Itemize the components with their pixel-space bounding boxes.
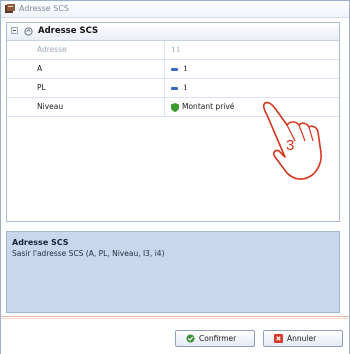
divider [1, 318, 349, 319]
property-value: 1 [183, 64, 188, 73]
description-text: Sasir l'adresse SCS (A, PL, Niveau, I3, … [12, 249, 165, 258]
property-value: 1 [183, 83, 188, 92]
property-value-cell[interactable]: 1 [171, 60, 188, 78]
category-header[interactable]: Adresse SCS [7, 23, 339, 41]
confirm-label: Confirmer [199, 334, 237, 343]
close-icon [274, 334, 283, 343]
description-panel: Adresse SCS Sasir l'adresse SCS (A, PL, … [6, 231, 340, 313]
window-title: Adresse SCS [19, 4, 69, 13]
category-icon [24, 27, 33, 36]
property-value: 11 [171, 45, 181, 54]
check-icon [186, 334, 195, 343]
property-row-pl[interactable]: PL 1 [7, 79, 339, 98]
property-row-a[interactable]: A 1 [7, 60, 339, 79]
step-number: 3 [286, 137, 295, 154]
title-bar[interactable]: Adresse SCS [1, 1, 349, 18]
property-name: PL [7, 79, 165, 97]
category-label: Adresse SCS [38, 26, 99, 36]
property-value-cell[interactable]: 1 [171, 79, 188, 97]
pointing-hand-icon [262, 101, 322, 180]
dialog-window: Adresse SCS Adresse SCS Adresse 11 A 1 P… [0, 0, 350, 354]
property-name: Adresse [7, 41, 165, 59]
description-title: Adresse SCS [12, 238, 69, 247]
dialog-body: Adresse SCS Adresse 11 A 1 PL 1 Niveau M… [1, 18, 349, 354]
confirm-button[interactable]: Confirmer [175, 330, 255, 347]
cancel-label: Annuler [287, 334, 317, 343]
property-name: A [7, 60, 165, 78]
number-icon [171, 67, 178, 71]
number-icon [171, 86, 178, 90]
app-icon [5, 4, 15, 13]
property-name: Niveau [7, 98, 165, 116]
property-row-adresse[interactable]: Adresse 11 [7, 41, 339, 60]
shield-icon [171, 102, 179, 112]
cancel-button[interactable]: Annuler [263, 330, 343, 347]
collapse-icon[interactable] [11, 27, 18, 34]
property-value: Montant privé [182, 102, 235, 111]
property-value-cell[interactable]: Montant privé [171, 98, 234, 116]
divider [1, 316, 349, 317]
